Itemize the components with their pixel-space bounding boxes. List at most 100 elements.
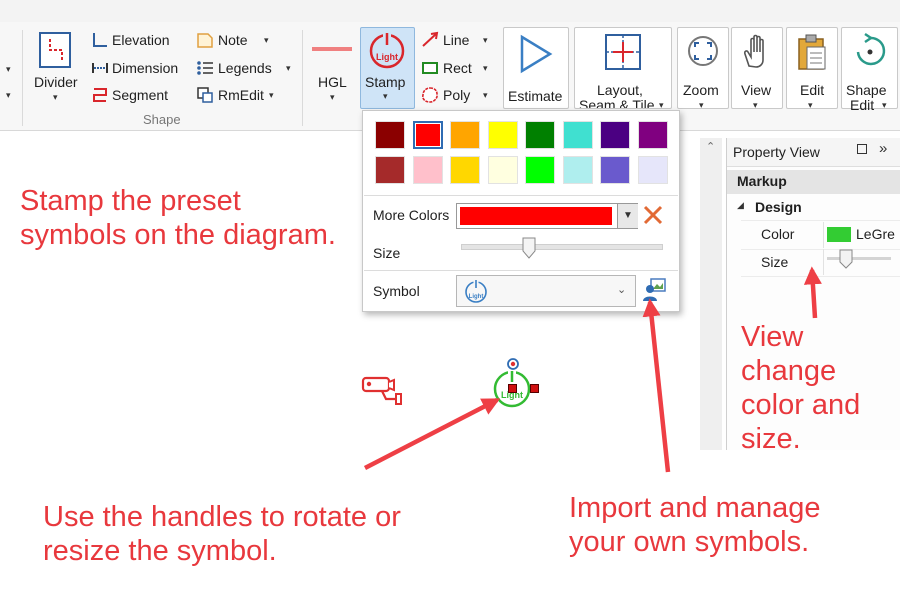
- color-swatch-8[interactable]: [637, 121, 668, 149]
- shape-edit-caret[interactable]: ▾: [882, 100, 887, 111]
- rmedit-icon: [197, 87, 213, 103]
- symbol-dropdown[interactable]: Light ⌄: [456, 275, 636, 307]
- overflow-caret[interactable]: ▾: [6, 90, 11, 101]
- clear-color-icon[interactable]: [642, 204, 664, 226]
- layout-seam-tile-button[interactable]: Layout, Seam & Tile ▾: [574, 27, 672, 109]
- size-slider-track[interactable]: [827, 257, 891, 260]
- color-swatch-7[interactable]: [600, 121, 630, 149]
- divider-button[interactable]: Divider: [34, 74, 78, 90]
- view-note: View change color and size.: [741, 321, 861, 455]
- rmedit-caret[interactable]: ▾: [269, 90, 274, 101]
- vertical-scrollbar[interactable]: ⌃: [700, 138, 722, 450]
- resize-handle-right[interactable]: [530, 384, 539, 393]
- expand-triangle-icon[interactable]: ◢: [737, 200, 744, 211]
- color-swatch-12[interactable]: [487, 156, 518, 184]
- stamp-note: Stamp the preset symbols on the diagram.: [20, 185, 336, 251]
- more-colors-dropdown[interactable]: ▼: [456, 203, 638, 229]
- rmedit-button[interactable]: RmEdit: [218, 87, 264, 103]
- color-swatch-4[interactable]: [487, 121, 518, 149]
- layout-icon: [605, 34, 641, 70]
- design-group-title: Design: [755, 199, 802, 215]
- color-swatch-3[interactable]: [450, 121, 480, 149]
- size-property-name: Size: [761, 254, 789, 270]
- view-button[interactable]: View ▾: [731, 27, 783, 111]
- more-colors-label: More Colors: [373, 207, 450, 223]
- line-button[interactable]: Line: [443, 32, 469, 48]
- hgl-button[interactable]: HGL: [318, 74, 347, 90]
- shape-edit-label-2: Edit: [850, 97, 875, 113]
- size-slider-track[interactable]: [461, 244, 663, 250]
- edit-button[interactable]: Edit ▾: [786, 27, 838, 111]
- color-swatch-15[interactable]: [600, 156, 630, 184]
- more-colors-dropdown-arrow[interactable]: ▼: [617, 204, 638, 228]
- estimate-button[interactable]: Estimate: [503, 27, 569, 109]
- legends-button[interactable]: Legends: [218, 60, 272, 76]
- more-colors-selected-color: [460, 207, 612, 225]
- zoom-caret[interactable]: ▾: [699, 100, 704, 111]
- size-slider-thumb[interactable]: [522, 237, 536, 259]
- rect-icon: [422, 62, 438, 74]
- color-swatch-2[interactable]: [412, 121, 443, 149]
- layout-caret[interactable]: ▾: [659, 100, 664, 108]
- dimension-icon: [92, 63, 108, 73]
- light-symbol-icon: Light: [465, 280, 487, 303]
- color-swatch-14[interactable]: [562, 156, 593, 184]
- color-swatch-5[interactable]: [525, 121, 555, 149]
- color-swatch-11[interactable]: [450, 156, 480, 184]
- resize-handle-left[interactable]: [508, 384, 517, 393]
- size-slider-thumb[interactable]: [839, 249, 853, 269]
- rect-button[interactable]: Rect: [443, 60, 472, 76]
- property-view-title: Property View: [733, 144, 820, 160]
- poly-caret[interactable]: ▾: [483, 90, 488, 101]
- color-swatch-13[interactable]: [525, 156, 555, 184]
- view-label: View: [741, 82, 772, 98]
- rect-caret[interactable]: ▾: [483, 63, 488, 74]
- legends-caret[interactable]: ▾: [286, 63, 291, 74]
- stamp-light-icon: Light: [369, 32, 405, 69]
- divider-icon[interactable]: [36, 30, 80, 74]
- rotate-handle[interactable]: [505, 356, 521, 372]
- view-caret[interactable]: ▾: [753, 100, 758, 111]
- size-property-row[interactable]: Size: [741, 248, 900, 277]
- stamp-button[interactable]: Light Stamp ▾: [360, 27, 415, 109]
- color-swatch-9[interactable]: [375, 156, 405, 184]
- color-swatch-10[interactable]: [412, 156, 443, 184]
- overflow-caret[interactable]: ▾: [6, 64, 11, 75]
- color-property-row[interactable]: Color LeGre: [741, 220, 900, 250]
- symbol-dropdown-chevron-icon[interactable]: ⌄: [617, 283, 626, 296]
- security-camera-icon[interactable]: [360, 372, 404, 408]
- line-caret[interactable]: ▾: [483, 35, 488, 46]
- hand-icon: [744, 34, 764, 68]
- color-swatch-1[interactable]: [375, 121, 405, 149]
- note-button[interactable]: Note: [218, 32, 248, 48]
- scroll-up-icon[interactable]: ⌃: [706, 140, 715, 153]
- shape-group-label: Shape: [143, 112, 181, 127]
- color-property-value: LeGre: [856, 226, 895, 242]
- zoom-label: Zoom: [683, 82, 719, 98]
- color-swatch-6[interactable]: [562, 121, 593, 149]
- color-swatch-16[interactable]: [637, 156, 668, 184]
- hgl-icon: [312, 47, 352, 51]
- hgl-caret[interactable]: ▾: [330, 92, 335, 103]
- collapse-panel-icon[interactable]: »: [879, 140, 887, 157]
- zoom-button[interactable]: Zoom ▾: [677, 27, 729, 111]
- svg-text:Light: Light: [376, 52, 398, 62]
- note-icon: [197, 33, 213, 48]
- dimension-button[interactable]: Dimension: [112, 60, 178, 76]
- shape-edit-button[interactable]: Shape Edit ▾: [841, 27, 898, 113]
- elevation-button[interactable]: Elevation: [112, 32, 170, 48]
- segment-button[interactable]: Segment: [112, 87, 168, 103]
- design-group-header[interactable]: ◢ Design: [727, 196, 900, 218]
- rotate-icon: [856, 32, 886, 66]
- stamp-caret[interactable]: ▾: [383, 91, 388, 102]
- poly-button[interactable]: Poly: [443, 87, 470, 103]
- note-caret[interactable]: ▾: [264, 35, 269, 46]
- edit-caret[interactable]: ▾: [808, 100, 813, 111]
- color-property-name: Color: [761, 226, 795, 242]
- markup-section-title: Markup: [737, 173, 787, 189]
- divider-caret[interactable]: ▾: [53, 92, 58, 103]
- layout-label: Layout,: [597, 82, 643, 98]
- pin-icon[interactable]: [857, 144, 867, 154]
- shape-edit-label-1: Shape: [846, 82, 887, 98]
- import-symbols-icon[interactable]: [641, 277, 667, 303]
